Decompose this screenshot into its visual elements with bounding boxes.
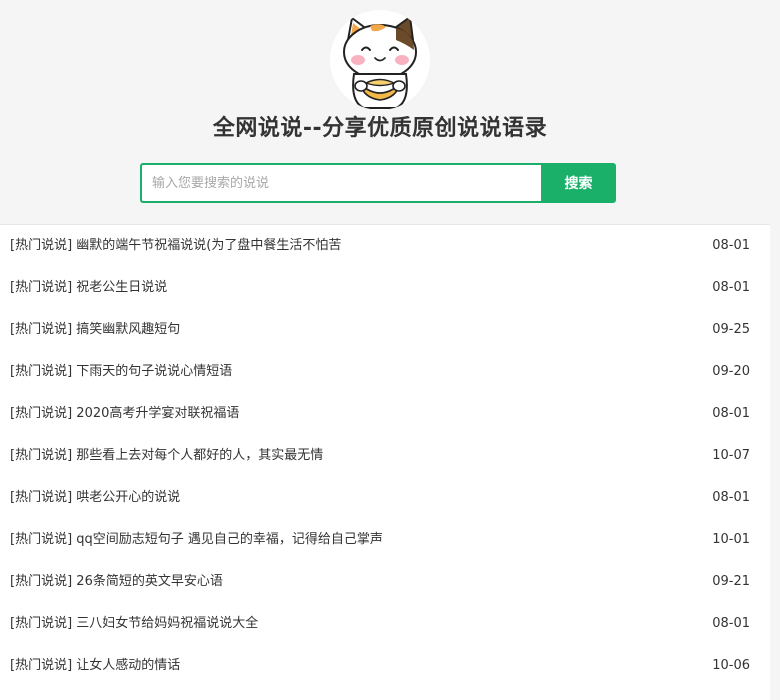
list-item[interactable]: [热门说说] 搞笑幽默风趣短句 09-25 [0, 309, 770, 351]
list-item-title[interactable]: 2020高考升学宴对联祝福语 [76, 406, 239, 421]
site-logo[interactable] [330, 10, 430, 110]
article-list-panel: [热门说说] 幽默的端午节祝福说说(为了盘中餐生活不怕苦 08-01 [热门说说] … [0, 224, 770, 700]
list-item-category[interactable]: [热门说说] [10, 364, 72, 379]
search-button[interactable]: 搜索 [541, 163, 616, 203]
site-header: 全网说说--分享优质原创说说语录 搜索 [0, 0, 780, 224]
list-item-date: 08-01 [712, 280, 750, 295]
list-item-title[interactable]: 下雨天的句子说说心情短语 [76, 364, 232, 379]
list-item-category[interactable]: [热门说说] [10, 406, 72, 421]
list-item-category[interactable]: [热门说说] [10, 490, 72, 505]
list-item-link[interactable]: [热门说说] 让女人感动的情话 [10, 645, 650, 687]
list-item-title[interactable]: 哄老公开心的说说 [76, 490, 180, 505]
list-item-date: 08-01 [712, 490, 750, 505]
list-item-category[interactable]: [热门说说] [10, 238, 72, 253]
list-item-title[interactable]: 三八妇女节给妈妈祝福说说大全 [76, 616, 258, 631]
list-item-category[interactable]: [热门说说] [10, 322, 72, 337]
list-item-link[interactable]: [热门说说] qq空间励志短句子 遇见自己的幸福，记得给自己掌声 [10, 519, 650, 561]
list-item-title[interactable]: qq空间励志短句子 遇见自己的幸福，记得给自己掌声 [76, 532, 383, 547]
list-item-title[interactable]: 搞笑幽默风趣短句 [76, 322, 180, 337]
list-item-category[interactable]: [热门说说] [10, 280, 72, 295]
list-item-title[interactable]: 幽默的端午节祝福说说(为了盘中餐生活不怕苦 [76, 238, 341, 253]
list-item[interactable]: [热门说说] 三八妇女节给妈妈祝福说说大全 08-01 [0, 603, 770, 645]
page-gutter [770, 224, 780, 700]
site-title: 全网说说--分享优质原创说说语录 [212, 116, 548, 141]
list-item-category[interactable]: [热门说说] [10, 448, 72, 463]
list-item-link[interactable]: [热门说说] 幽默的端午节祝福说说(为了盘中餐生活不怕苦 [10, 225, 650, 267]
list-item-category[interactable]: [热门说说] [10, 616, 72, 631]
list-item-link[interactable]: [热门说说] 三八妇女节给妈妈祝福说说大全 [10, 603, 650, 645]
search-box: 搜索 [140, 163, 616, 203]
list-item-link[interactable]: [热门说说] 哄老公开心的说说 [10, 477, 650, 519]
list-item-link[interactable]: [热门说说] 2020高考升学宴对联祝福语 [10, 393, 650, 435]
list-item-title[interactable]: 那些看上去对每个人都好的人，其实最无情 [76, 448, 323, 463]
list-item-title[interactable]: 26条简短的英文早安心语 [76, 574, 223, 589]
list-item-date: 10-07 [712, 448, 750, 463]
list-item[interactable]: [热门说说] 祝老公生日说说 08-01 [0, 267, 770, 309]
list-item-link[interactable]: [热门说说] 祝老公生日说说 [10, 267, 650, 309]
list-item-date: 10-01 [712, 532, 750, 547]
list-item[interactable]: [热门说说] 让女人感动的情话 10-06 [0, 645, 770, 687]
list-item-date: 09-21 [712, 574, 750, 589]
list-item-category[interactable]: [热门说说] [10, 532, 72, 547]
search-input[interactable] [140, 163, 542, 203]
list-item-date: 09-20 [712, 364, 750, 379]
list-item-title[interactable]: 祝老公生日说说 [76, 280, 167, 295]
list-item[interactable]: [热门说说] 那些看上去对每个人都好的人，其实最无情 10-07 [0, 435, 770, 477]
list-item-category[interactable]: [热门说说] [10, 574, 72, 589]
list-item-link[interactable]: [热门说说] 下雨天的句子说说心情短语 [10, 351, 650, 393]
list-item[interactable]: [热门说说] qq空间励志短句子 遇见自己的幸福，记得给自己掌声 10-01 [0, 519, 770, 561]
list-item-date: 10-06 [712, 658, 750, 673]
list-item-date: 08-01 [712, 616, 750, 631]
article-list: [热门说说] 幽默的端午节祝福说说(为了盘中餐生活不怕苦 08-01 [热门说说] … [0, 225, 770, 687]
cat-mascot-icon [343, 16, 417, 109]
list-item-title[interactable]: 让女人感动的情话 [76, 658, 180, 673]
list-item-link[interactable]: [热门说说] 搞笑幽默风趣短句 [10, 309, 650, 351]
list-item[interactable]: [热门说说] 26条简短的英文早安心语 09-21 [0, 561, 770, 603]
list-item-date: 08-01 [712, 406, 750, 421]
list-item-link[interactable]: [热门说说] 那些看上去对每个人都好的人，其实最无情 [10, 435, 650, 477]
list-item-link[interactable]: [热门说说] 26条简短的英文早安心语 [10, 561, 650, 603]
list-item[interactable]: [热门说说] 幽默的端午节祝福说说(为了盘中餐生活不怕苦 08-01 [0, 225, 770, 267]
list-item-date: 08-01 [712, 238, 750, 253]
list-item[interactable]: [热门说说] 2020高考升学宴对联祝福语 08-01 [0, 393, 770, 435]
list-item[interactable]: [热门说说] 哄老公开心的说说 08-01 [0, 477, 770, 519]
list-item-date: 09-25 [712, 322, 750, 337]
list-item-category[interactable]: [热门说说] [10, 658, 72, 673]
list-item[interactable]: [热门说说] 下雨天的句子说说心情短语 09-20 [0, 351, 770, 393]
